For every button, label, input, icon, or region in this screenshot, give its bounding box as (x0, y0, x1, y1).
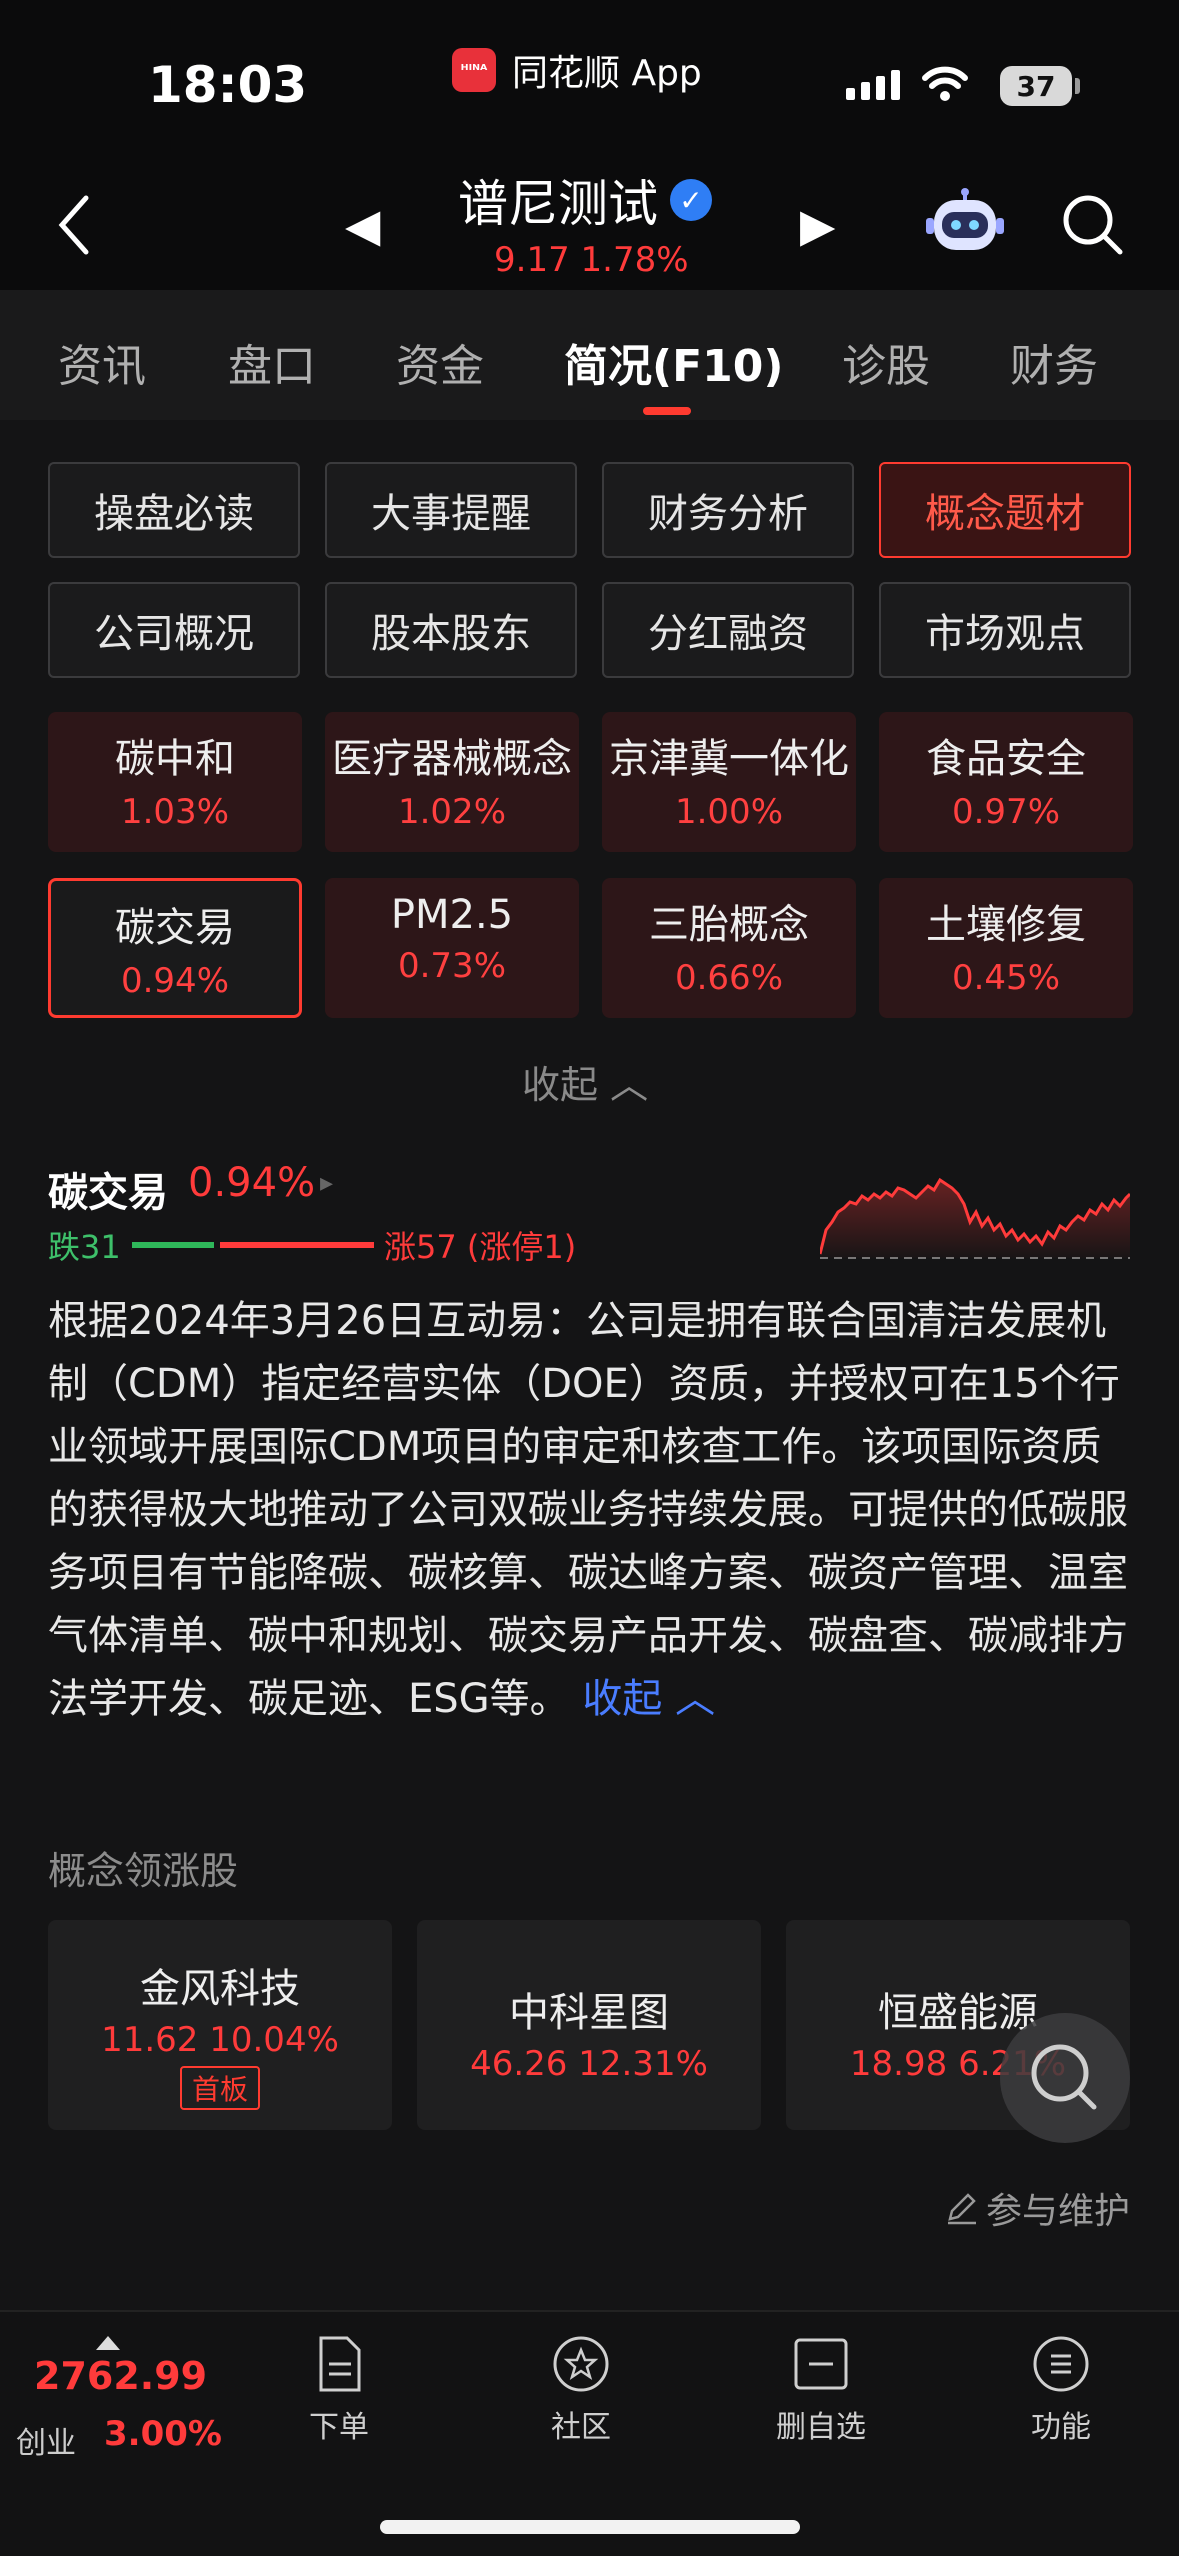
concept-card[interactable]: 京津冀一体化 1.00% (602, 712, 856, 852)
next-stock-arrow[interactable]: ▶ (800, 198, 835, 252)
btn-concepts[interactable]: 概念题材 (879, 462, 1131, 558)
btn-trading-guide[interactable]: 操盘必读 (48, 462, 300, 558)
maintain-label: 参与维护 (986, 2191, 1131, 2232)
play-triangle-icon[interactable]: ▸ (320, 1168, 333, 1198)
first-board-badge: 首板 (179, 2066, 260, 2110)
leader-name: 中科星图 (509, 1990, 669, 2036)
search-icon[interactable] (1060, 192, 1124, 256)
document-icon (319, 2336, 361, 2392)
floating-search-button[interactable] (1000, 2013, 1130, 2143)
fall-ratio-bar (132, 1242, 214, 1248)
leader-card[interactable]: 金风科技 11.62 10.04% 首板 (48, 1920, 392, 2130)
expand-up-icon[interactable] (96, 2336, 120, 2350)
concept-card[interactable]: 土壤修复 0.45% (879, 878, 1133, 1018)
nav-functions[interactable]: 功能 (976, 2334, 1146, 2446)
minus-square-icon (794, 2338, 848, 2390)
nav-remove-watchlist[interactable]: 删自选 (736, 2334, 906, 2446)
tab-orderbook[interactable]: 盘口 (228, 330, 316, 394)
concept-card[interactable]: PM2.5 0.73% (325, 878, 579, 1018)
clock: 18:03 (148, 56, 308, 114)
collapse-concepts-button[interactable]: 收起 ︿ (522, 1054, 648, 1109)
stock-name: 谱尼测试 (458, 175, 658, 233)
battery-tip (1075, 78, 1080, 94)
wifi-icon (922, 66, 968, 101)
pencil-icon (948, 2193, 976, 2225)
concept-card[interactable]: 碳中和 1.03% (48, 712, 302, 852)
home-indicator (380, 2520, 800, 2534)
star-circle-icon (553, 2336, 609, 2392)
leader-card[interactable]: 中科星图 46.26 12.31% (417, 1920, 761, 2130)
fall-count: 跌31 (48, 1228, 121, 1266)
concept-card[interactable]: 食品安全 0.97% (879, 712, 1133, 852)
concept-detail-name[interactable]: 碳交易 (48, 1160, 168, 1218)
tab-news[interactable]: 资讯 (58, 330, 146, 394)
tab-f10[interactable]: 简况(F10) (564, 330, 784, 394)
btn-dividends[interactable]: 分红融资 (602, 582, 854, 678)
prev-stock-arrow[interactable]: ◀ (345, 198, 380, 252)
app-name: 同花顺 App (512, 53, 702, 94)
btn-market-view[interactable]: 市场观点 (879, 582, 1131, 678)
app-logo-icon: ᴴᴵᴺᴬ (452, 48, 496, 92)
search-icon (1031, 2044, 1097, 2110)
index-value[interactable]: 2762.99 (34, 2354, 207, 2398)
leader-name: 金风科技 (140, 1966, 300, 2012)
tab-funds[interactable]: 资金 (396, 330, 484, 394)
index-pct: 3.00% (104, 2414, 222, 2454)
leader-value: 46.26 12.31% (470, 2044, 708, 2084)
concept-card[interactable]: 医疗器械概念 1.02% (325, 712, 579, 852)
btn-events[interactable]: 大事提醒 (325, 462, 577, 558)
leader-value: 11.62 10.04% (101, 2020, 339, 2060)
concept-description: 根据2024年3月26日互动易：公司是拥有联合国清洁发展机制（CDM）指定经营实… (48, 1290, 1138, 1731)
tab-diagnosis[interactable]: 诊股 (842, 330, 930, 394)
concept-detail-pct: 0.94% (188, 1160, 316, 1206)
cellular-signal-icon (846, 70, 900, 100)
nav-order[interactable]: 下单 (254, 2334, 424, 2446)
stock-header: ◀ 谱尼测试 ✓ 9.17 1.78% ▶ (0, 150, 1179, 290)
rise-ratio-bar (220, 1242, 374, 1248)
leaders-section-title: 概念领涨股 (48, 1849, 239, 1893)
collapse-description-link[interactable]: 收起 ︿ (582, 1676, 715, 1722)
concept-sparkline (820, 1177, 1130, 1259)
stock-title: 谱尼测试 ✓ (458, 164, 712, 236)
btn-financial-analysis[interactable]: 财务分析 (602, 462, 854, 558)
main-tabs: 资讯 盘口 资金 简况(F10) 诊股 财务 (0, 290, 1179, 420)
verified-badge-icon: ✓ (670, 179, 712, 221)
description-text: 根据2024年3月26日互动易：公司是拥有联合国清洁发展机制（CDM）指定经营实… (48, 1298, 1128, 1722)
btn-shareholders[interactable]: 股本股东 (325, 582, 577, 678)
stock-price-change: 9.17 1.78% (494, 240, 689, 280)
btn-company-overview[interactable]: 公司概况 (48, 582, 300, 678)
active-tab-indicator (643, 407, 691, 415)
tab-finance[interactable]: 财务 (1010, 330, 1098, 394)
index-name: 创业 (16, 2426, 76, 2461)
maintain-link[interactable]: 参与维护 (944, 2182, 1130, 2234)
status-bar: 18:03 ᴴᴵᴺᴬ 同花顺 App 37 (0, 0, 1179, 150)
app-indicator: ᴴᴵᴺᴬ 同花顺 App (452, 44, 702, 96)
concept-card-selected[interactable]: 碳交易 0.94% (48, 878, 302, 1018)
bottom-bar: 2762.99 创业 3.00% 下单 社区 删自选 功能 (0, 2310, 1179, 2556)
battery-icon: 37 (1000, 66, 1072, 106)
concept-card[interactable]: 三胎概念 0.66% (602, 878, 856, 1018)
nav-community[interactable]: 社区 (496, 2334, 666, 2446)
ai-robot-icon[interactable] (926, 188, 1004, 258)
menu-circle-icon (1033, 2336, 1089, 2392)
rise-count: 涨57 (涨停1) (384, 1228, 577, 1266)
back-arrow-icon[interactable] (50, 190, 100, 260)
f10-content: 操盘必读 大事提醒 财务分析 概念题材 公司概况 股本股东 分红融资 市场观点 … (0, 420, 1179, 2310)
